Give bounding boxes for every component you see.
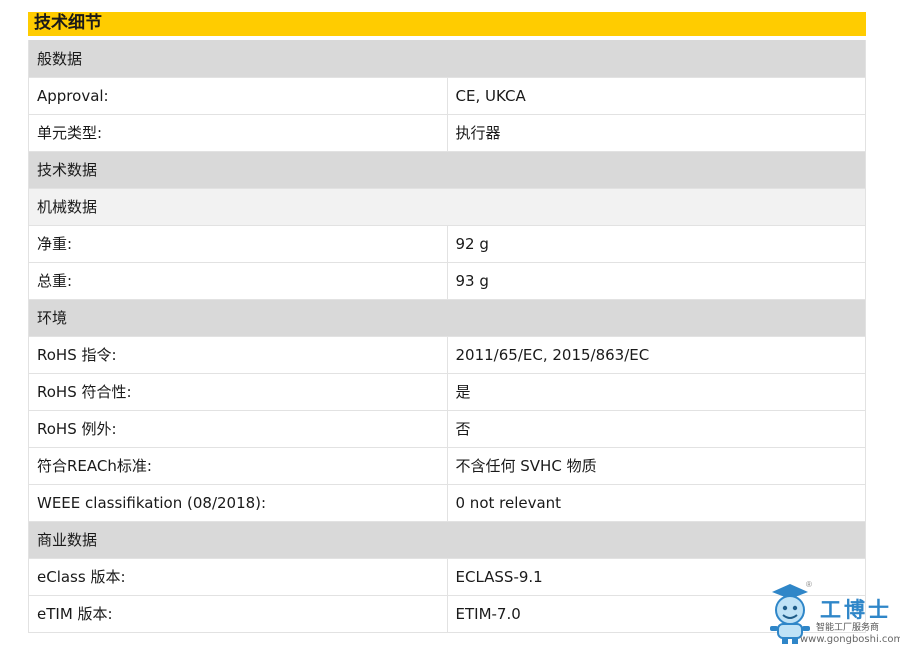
spec-key: 单元类型:: [28, 114, 448, 152]
spec-row: eTIM 版本: ETIM-7.0: [28, 595, 866, 633]
tech-details-document: 技术细节 般数据 Approval: CE, UKCA 单元类型: 执行器 技术数据 机械数…: [28, 12, 866, 633]
spec-row: 总重: 93 g: [28, 262, 866, 300]
section-label: 般数据: [28, 40, 866, 78]
spec-key: eClass 版本:: [28, 558, 448, 596]
spec-row: WEEE classifikation (08/2018): 0 not rele…: [28, 484, 866, 522]
section-header-row: 技术数据: [28, 151, 866, 189]
spec-table: 般数据 Approval: CE, UKCA 单元类型: 执行器 技术数据 机械数据 净重: 9…: [28, 40, 866, 633]
spec-row: 符合REACh标准: 不含任何 SVHC 物质: [28, 447, 866, 485]
spec-row: 单元类型: 执行器: [28, 114, 866, 152]
spec-row: eClass 版本: ECLASS-9.1: [28, 558, 866, 596]
spec-row: RoHS 例外: 否: [28, 410, 866, 448]
section-label: 商业数据: [28, 521, 866, 559]
spec-key: RoHS 符合性:: [28, 373, 448, 411]
spec-key: RoHS 例外:: [28, 410, 448, 448]
tech-details-title: 技术细节: [28, 12, 866, 36]
spec-key: eTIM 版本:: [28, 595, 448, 633]
spec-row: Approval: CE, UKCA: [28, 77, 866, 115]
spec-value: 是: [447, 373, 866, 411]
spec-value: 2011/65/EC, 2015/863/EC: [447, 336, 866, 374]
spec-row: 净重: 92 g: [28, 225, 866, 263]
spec-value: 执行器: [447, 114, 866, 152]
spec-value: 0 not relevant: [447, 484, 866, 522]
spec-key: RoHS 指令:: [28, 336, 448, 374]
section-header-row: 般数据: [28, 40, 866, 78]
spec-key: Approval:: [28, 77, 448, 115]
spec-value: 93 g: [447, 262, 866, 300]
subsection-header-row: 机械数据: [28, 188, 866, 226]
spec-row: RoHS 指令: 2011/65/EC, 2015/863/EC: [28, 336, 866, 374]
spec-value: 否: [447, 410, 866, 448]
spec-value: 不含任何 SVHC 物质: [447, 447, 866, 485]
section-label: 技术数据: [28, 151, 866, 189]
spec-value: 92 g: [447, 225, 866, 263]
spec-key: 总重:: [28, 262, 448, 300]
spec-key: 净重:: [28, 225, 448, 263]
spec-row: RoHS 符合性: 是: [28, 373, 866, 411]
gongboshi-watermark: ® 工博士 智能工厂服务商 www.gongboshi.com: [764, 580, 900, 650]
subsection-label: 机械数据: [28, 188, 866, 226]
spec-key: 符合REACh标准:: [28, 447, 448, 485]
section-label: 环境: [28, 299, 866, 337]
watermark-registered-mark: ®: [806, 580, 812, 589]
spec-key: WEEE classifikation (08/2018):: [28, 484, 448, 522]
watermark-subtitle: 智能工厂服务商: [816, 623, 880, 633]
section-header-row: 商业数据: [28, 521, 866, 559]
watermark-url: www.gongboshi.com: [800, 634, 900, 645]
section-header-row: 环境: [28, 299, 866, 337]
spec-value: CE, UKCA: [447, 77, 866, 115]
